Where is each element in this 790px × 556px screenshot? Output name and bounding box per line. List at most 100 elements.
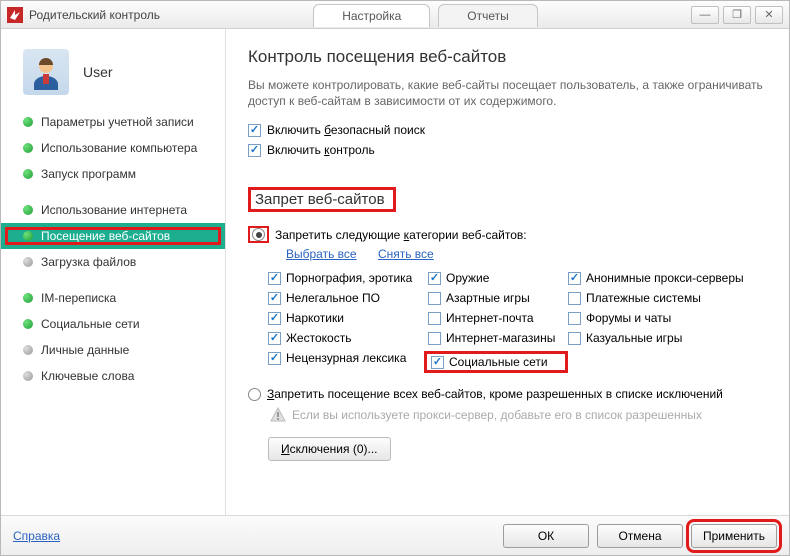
sidebar-item[interactable]: IM-переписка — [1, 285, 225, 311]
category-label: Жестокость — [286, 331, 351, 345]
proxy-warning-row: Если вы используете прокси-сервер, добав… — [270, 407, 767, 423]
category-checkbox[interactable] — [268, 272, 281, 285]
category-label: Социальные сети — [449, 355, 548, 369]
category-item[interactable]: Форумы и чаты — [568, 311, 758, 325]
category-checkbox[interactable] — [428, 292, 441, 305]
category-checkbox[interactable] — [568, 272, 581, 285]
block-section-title: Запрет веб-сайтов — [248, 187, 396, 212]
enable-control-row[interactable]: Включить контроль — [248, 143, 767, 157]
category-item[interactable]: Нецензурная лексика — [268, 351, 428, 365]
category-item[interactable]: Социальные сети — [424, 351, 568, 373]
status-dot-icon — [23, 117, 33, 127]
sidebar-item[interactable]: Загрузка файлов — [1, 249, 225, 275]
tab-settings[interactable]: Настройка — [313, 4, 430, 27]
category-item[interactable]: Казуальные игры — [568, 331, 758, 345]
sidebar-item-label: Использование интернета — [41, 203, 187, 217]
sidebar-item[interactable]: Социальные сети — [1, 311, 225, 337]
exclusions-button[interactable]: Исключения (0)... — [268, 437, 391, 461]
category-checkbox[interactable] — [568, 332, 581, 345]
window-title: Родительский контроль — [29, 8, 160, 22]
app-window: Родительский контроль Настройка Отчеты —… — [0, 0, 790, 556]
clear-all-link[interactable]: Снять все — [378, 247, 434, 261]
category-grid: Порнография, эротика Нелегальное ПО Наркот… — [268, 271, 767, 373]
avatar — [23, 49, 69, 95]
category-checkbox[interactable] — [268, 292, 281, 305]
select-all-link[interactable]: Выбрать все — [286, 247, 357, 261]
category-checkbox[interactable] — [428, 312, 441, 325]
status-dot-icon — [23, 257, 33, 267]
safe-search-row[interactable]: Включить безопасный поиск — [248, 123, 767, 137]
category-label: Платежные системы — [586, 291, 701, 305]
category-item[interactable]: Азартные игры — [428, 291, 568, 305]
category-checkbox[interactable] — [268, 312, 281, 325]
cancel-button[interactable]: Отмена — [597, 524, 683, 548]
category-col-3: Анонимные прокси-серверы Платежные систем… — [568, 271, 758, 373]
proxy-warning-text: Если вы используете прокси-сервер, добав… — [292, 408, 702, 422]
page-description: Вы можете контролировать, какие веб-сайт… — [248, 77, 767, 109]
titlebar: Родительский контроль Настройка Отчеты —… — [1, 1, 789, 29]
sidebar-item[interactable]: Запуск программ — [1, 161, 225, 187]
sidebar-item-label: Личные данные — [41, 343, 129, 357]
sidebar-item[interactable]: Ключевые слова — [1, 363, 225, 389]
status-dot-icon — [23, 169, 33, 179]
sidebar-item[interactable]: Параметры учетной записи — [1, 109, 225, 135]
sidebar-item[interactable]: Использование интернета — [1, 197, 225, 223]
category-item[interactable]: Порнография, эротика — [268, 271, 428, 285]
maximize-button[interactable]: ❐ — [723, 6, 751, 24]
sidebar-item[interactable]: Посещение веб-сайтов — [1, 223, 225, 249]
category-item[interactable]: Анонимные прокси-серверы — [568, 271, 758, 285]
category-col-2: Оружие Азартные игры Интернет-почта Интерне… — [428, 271, 568, 373]
category-checkbox[interactable] — [428, 332, 441, 345]
category-checkbox[interactable] — [268, 332, 281, 345]
sidebar-item-label: Параметры учетной записи — [41, 115, 194, 129]
radio-block-all[interactable] — [248, 388, 261, 401]
enable-control-label: Включить контроль — [267, 143, 375, 157]
sidebar-item-label: IM-переписка — [41, 291, 116, 305]
sidebar-item[interactable]: Личные данные — [1, 337, 225, 363]
category-label: Оружие — [446, 271, 489, 285]
radio-highlight — [248, 226, 269, 243]
radio-block-all-row[interactable]: Запретить посещение всех веб-сайтов, кро… — [248, 387, 767, 401]
content-area: Контроль посещения веб-сайтов Вы можете … — [226, 29, 789, 515]
tab-reports[interactable]: Отчеты — [438, 4, 537, 27]
footer: Справка ОК Отмена Применить — [1, 515, 789, 555]
category-checkbox[interactable] — [431, 356, 444, 369]
category-label: Анонимные прокси-серверы — [586, 271, 744, 285]
enable-control-checkbox[interactable] — [248, 144, 261, 157]
category-item[interactable]: Наркотики — [268, 311, 428, 325]
close-button[interactable]: ✕ — [755, 6, 783, 24]
category-label: Порнография, эротика — [286, 271, 412, 285]
category-item[interactable]: Жестокость — [268, 331, 428, 345]
body: User Параметры учетной записиИспользован… — [1, 29, 789, 515]
app-logo-icon — [7, 7, 23, 23]
page-title: Контроль посещения веб-сайтов — [248, 47, 767, 67]
category-label: Нецензурная лексика — [286, 351, 406, 365]
help-link[interactable]: Справка — [13, 529, 60, 543]
radio-block-categories[interactable] — [252, 228, 265, 241]
sidebar: User Параметры учетной записиИспользован… — [1, 29, 226, 515]
status-dot-icon — [23, 293, 33, 303]
radio-block-all-label: Запретить посещение всех веб-сайтов, кро… — [267, 387, 723, 401]
tab-bar: Настройка Отчеты — [160, 3, 691, 26]
category-label: Интернет-почта — [446, 311, 534, 325]
category-item[interactable]: Нелегальное ПО — [268, 291, 428, 305]
category-item[interactable]: Платежные системы — [568, 291, 758, 305]
category-item[interactable]: Интернет-почта — [428, 311, 568, 325]
category-checkbox[interactable] — [428, 272, 441, 285]
category-item[interactable]: Оружие — [428, 271, 568, 285]
minimize-button[interactable]: — — [691, 6, 719, 24]
status-dot-icon — [23, 319, 33, 329]
status-dot-icon — [23, 205, 33, 215]
category-item[interactable]: Интернет-магазины — [428, 331, 568, 345]
safe-search-checkbox[interactable] — [248, 124, 261, 137]
category-checkbox[interactable] — [268, 352, 281, 365]
sidebar-item[interactable]: Использование компьютера — [1, 135, 225, 161]
radio-block-categories-row[interactable]: Запретить следующие категории веб-сайтов… — [248, 226, 767, 243]
sidebar-item-label: Ключевые слова — [41, 369, 134, 383]
category-checkbox[interactable] — [568, 292, 581, 305]
apply-button[interactable]: Применить — [691, 524, 777, 548]
sidebar-item-label: Посещение веб-сайтов — [41, 229, 170, 243]
category-checkbox[interactable] — [568, 312, 581, 325]
ok-button[interactable]: ОК — [503, 524, 589, 548]
category-label: Наркотики — [286, 311, 344, 325]
